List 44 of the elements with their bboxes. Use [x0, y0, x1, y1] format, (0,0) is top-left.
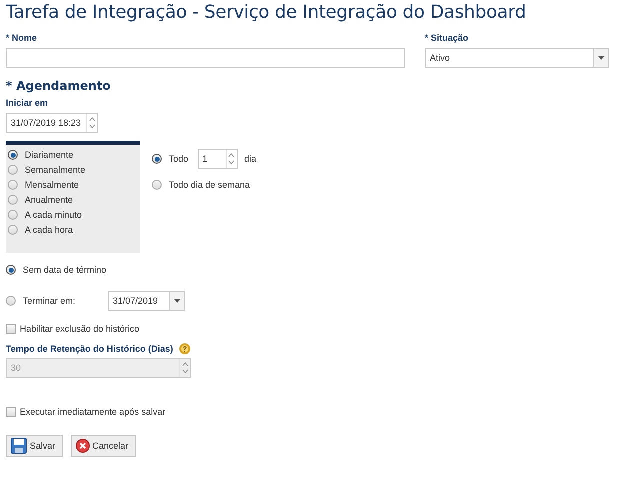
- option-label[interactable]: Diariamente: [25, 150, 74, 160]
- radio-button[interactable]: [8, 180, 18, 190]
- radio-button[interactable]: [8, 195, 18, 205]
- radio-button[interactable]: [8, 225, 18, 235]
- radio-button[interactable]: [6, 296, 16, 306]
- field-label: Iniciar em: [6, 98, 48, 108]
- field-label: Tempo de Retenção do Histórico (Dias): [6, 344, 174, 354]
- checkbox[interactable]: [6, 407, 16, 417]
- option-label[interactable]: Semanalmente: [25, 165, 86, 175]
- radio-button[interactable]: [6, 265, 16, 275]
- help-icon[interactable]: [179, 343, 192, 355]
- radio-button[interactable]: [8, 210, 18, 220]
- dropdown-caret-icon[interactable]: [169, 292, 184, 310]
- interval-field[interactable]: 1: [198, 149, 238, 169]
- save-button[interactable]: Salvar: [6, 435, 63, 457]
- cancel-icon: [76, 439, 90, 453]
- option-label[interactable]: Terminar em:: [23, 296, 101, 306]
- spinner-arrows-icon[interactable]: [86, 114, 97, 132]
- spinner-arrows-icon[interactable]: [226, 150, 237, 168]
- end-date-dropdown[interactable]: 31/07/2019: [108, 291, 185, 311]
- option-label[interactable]: Sem data de término: [23, 265, 107, 275]
- unit-label: dia: [244, 154, 257, 164]
- name-field[interactable]: [6, 48, 405, 68]
- radio-button[interactable]: [8, 165, 18, 175]
- checkbox-label[interactable]: Executar imediatamente após salvar: [20, 407, 166, 417]
- option-label[interactable]: A cada hora: [25, 225, 74, 235]
- cancel-button[interactable]: Cancelar: [70, 435, 136, 457]
- radio-button[interactable]: [152, 154, 162, 164]
- radio-button[interactable]: [152, 180, 162, 190]
- option-label[interactable]: Todo: [169, 154, 189, 164]
- field-label: * Nome: [6, 33, 38, 43]
- section-heading: * Agendamento: [6, 79, 111, 93]
- page-title: Tarefa de Integração - Serviço de Integração do Dashboard: [6, 2, 526, 23]
- option-label[interactable]: A cada minuto: [25, 210, 82, 220]
- start-datetime-field[interactable]: 31/07/2019 18:23: [6, 113, 98, 133]
- option-label[interactable]: Mensalmente: [25, 180, 80, 190]
- dropdown-caret-icon[interactable]: [593, 49, 608, 67]
- option-label[interactable]: Anualmente: [25, 195, 74, 205]
- radio-button[interactable]: [8, 150, 18, 160]
- checkbox-label[interactable]: Habilitar exclusão do histórico: [20, 324, 140, 334]
- status-dropdown[interactable]: Ativo: [425, 48, 609, 68]
- option-label[interactable]: Todo dia de semana: [169, 180, 250, 190]
- field-label: * Situação: [425, 33, 469, 43]
- checkbox[interactable]: [6, 324, 16, 334]
